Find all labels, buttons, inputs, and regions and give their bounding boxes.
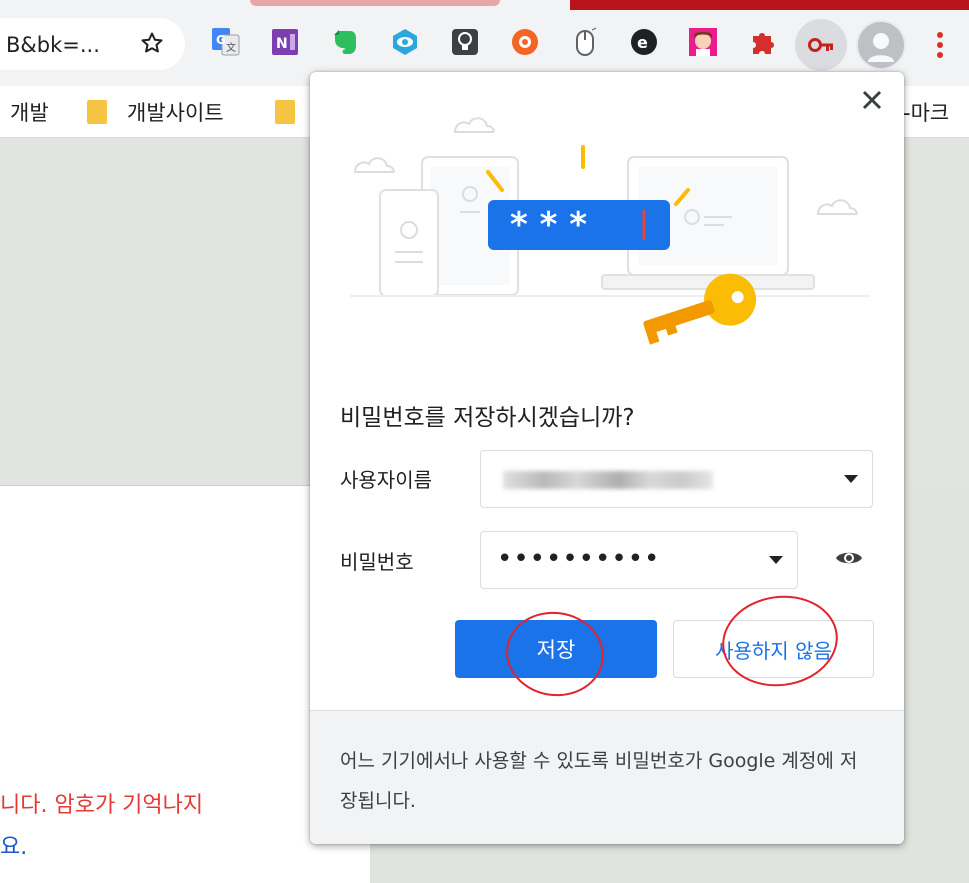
bookmark-folder[interactable]: 개발사이트 <box>87 86 224 138</box>
url-text: B&bk=... <box>6 33 100 57</box>
svg-text:N: N <box>276 36 288 52</box>
evernote-icon[interactable] <box>328 25 362 59</box>
svg-text:e: e <box>637 33 648 52</box>
password-key-button[interactable] <box>795 19 847 71</box>
illustration-password-text: * * * <box>510 205 587 245</box>
bookmark-item[interactable]: -마크 <box>903 86 949 138</box>
dialog-footer: 어느 기기에서나 사용할 수 있도록 비밀번호가 Google 계정에 저장됩니… <box>310 710 904 844</box>
eye-extension-icon[interactable] <box>388 25 422 59</box>
username-value-blurred <box>503 471 713 489</box>
folder-icon <box>275 100 295 124</box>
footer-text: 어느 기기에서나 사용할 수 있도록 비밀번호가 Google 계정에 저장됩니… <box>340 750 858 812</box>
bookmark-star-icon[interactable] <box>140 31 164 55</box>
username-label: 사용자이름 <box>340 468 432 492</box>
lifebuoy-extension-icon[interactable] <box>508 25 542 59</box>
password-label: 비밀번호 <box>340 550 414 574</box>
svg-text:文: 文 <box>226 41 236 54</box>
dialog-title: 비밀번호를 저장하시겠습니까? <box>340 405 635 431</box>
bookmark-item[interactable]: 개발 <box>10 86 49 138</box>
omnibox[interactable]: B&bk=... <box>0 18 185 70</box>
show-password-eye-icon[interactable] <box>834 546 864 570</box>
onenote-icon[interactable]: N <box>268 25 302 59</box>
tab-strip-red <box>570 0 969 10</box>
dropdown-arrow-icon[interactable] <box>769 556 783 564</box>
bookmark-folder[interactable] <box>275 86 315 138</box>
google-translate-icon[interactable]: G文 <box>209 25 243 59</box>
bookmark-label: 개발 <box>10 101 49 125</box>
e-extension-icon[interactable]: e <box>627 25 661 59</box>
tab-strip-edge <box>250 0 500 6</box>
password-value: •••••••••• <box>497 544 661 574</box>
lightbulb-extension-icon[interactable] <box>448 25 482 59</box>
close-icon[interactable] <box>858 86 886 114</box>
password-illustration: * * * <box>350 117 870 345</box>
person-icon <box>868 33 894 62</box>
mouse-extension-icon[interactable] <box>568 25 602 59</box>
svg-text:G: G <box>216 33 226 47</box>
puzzle-extension-icon[interactable] <box>746 25 780 59</box>
bookmark-label: -마크 <box>903 101 950 125</box>
dropdown-arrow-icon[interactable] <box>844 475 858 483</box>
username-field[interactable] <box>480 450 873 508</box>
password-field[interactable]: •••••••••• <box>480 531 798 589</box>
key-icon <box>808 38 833 52</box>
profile-avatar[interactable] <box>856 20 906 70</box>
page-text-link[interactable]: 요. <box>0 829 27 861</box>
more-menu-icon[interactable] <box>930 27 950 63</box>
avatar-extension-icon[interactable] <box>686 25 720 59</box>
page-text-warning: 니다. 암호가 기억나지 <box>0 793 204 818</box>
bookmark-label: 개발사이트 <box>127 101 224 125</box>
folder-icon <box>87 100 107 124</box>
save-password-dialog: * * * 비밀번호를 저장하시겠습니까? 사용자이름 비밀번호 •••••••… <box>310 72 904 844</box>
